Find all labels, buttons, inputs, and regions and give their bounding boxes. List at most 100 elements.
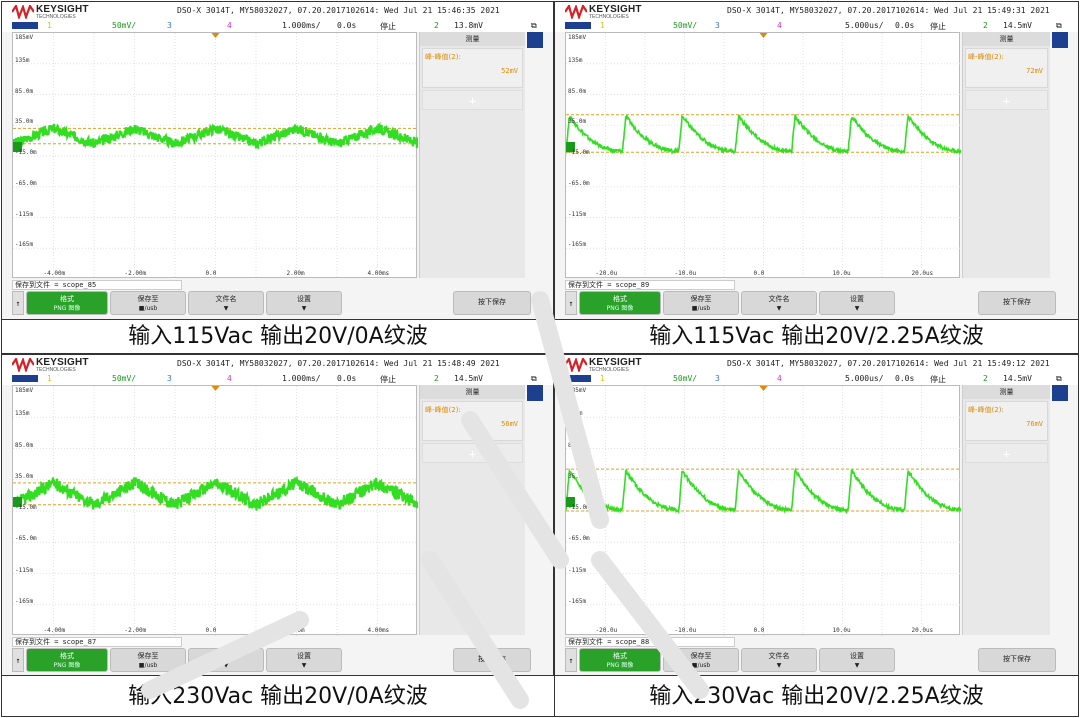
measure-tab[interactable]: 测量 [420, 32, 525, 46]
press-to-save-softkey[interactable]: 按下保存 [978, 291, 1056, 315]
settings-softkey[interactable]: 设置 ▼ [266, 291, 342, 315]
add-measurement-button[interactable]: + [422, 90, 523, 110]
waveform-display[interactable]: 185mV 135m 85.0m 35.0m -15.0m -65.0m -115m -165… [12, 385, 418, 636]
measurement-value: 52mV [501, 67, 518, 75]
panel-indicator [527, 385, 543, 401]
down-arrow-icon: ▼ [776, 662, 782, 669]
waveform-display[interactable]: 185mV 135m 85.0m 35.0m -15.0m -65.0m -115m -165… [565, 385, 961, 636]
caption-1: 输入115Vac 输出20V/0A纹波 [1, 320, 554, 354]
press-to-save-softkey[interactable]: 按下保存 [978, 648, 1056, 672]
format-softkey[interactable]: 格式 PNG 图像 [26, 648, 108, 672]
waveform-display[interactable]: 185mV 135m 85.0m 35.0m -15.0m -65.0m -115m -165… [565, 32, 961, 279]
y-tick-label: -165m [15, 597, 34, 605]
trigger-position-marker[interactable] [211, 33, 220, 38]
measurement-label: 峰-峰值(2): [968, 53, 1004, 61]
measure-tab[interactable]: 测量 [963, 32, 1050, 46]
channel-3-indicator: 3 [167, 374, 172, 383]
save-to-softkey-value: ■/usb [138, 662, 158, 669]
save-path-field[interactable]: 保存到文件 = scope_85 [12, 280, 182, 290]
add-measurement-button[interactable]: + [965, 90, 1048, 110]
screen-icon[interactable]: ⧉ [531, 21, 537, 31]
screen-icon[interactable]: ⧉ [1056, 21, 1062, 31]
channel-4-indicator: 4 [227, 21, 232, 30]
save-path-field[interactable]: 保存到文件 = scope_87 [12, 637, 182, 647]
y-tick-label: 35.0m [568, 472, 587, 480]
y-tick-label: 35.0m [15, 472, 34, 480]
scope-header-bar: KEYSIGHT TECHNOLOGIES DSO-X 3014T, MY58032… [555, 2, 1078, 32]
scope-panel-2: KEYSIGHT TECHNOLOGIES DSO-X 3014T, MY58032… [554, 1, 1079, 320]
screen-icon[interactable]: ⧉ [1056, 374, 1062, 384]
format-softkey-value: PNG 图像 [53, 662, 81, 669]
down-arrow-icon: ▼ [854, 305, 860, 312]
channel-3-indicator: 3 [715, 374, 720, 383]
scope-screen: KEYSIGHT TECHNOLOGIES DSO-X 3014T, MY58032… [2, 355, 553, 675]
channel-1-indicator: 1 [600, 21, 605, 30]
format-softkey[interactable]: 格式 PNG 图像 [579, 291, 661, 315]
back-softkey[interactable]: ↑ [565, 291, 577, 315]
timebase-readout: 5.000us/ [845, 21, 884, 30]
settings-softkey-label: 设置 [850, 652, 864, 660]
format-softkey-label: 格式 [613, 652, 627, 660]
save-to-softkey[interactable]: 保存至 ■/usb [663, 291, 739, 315]
scope-id-header: DSO-X 3014T, MY58032027, 07.20.201710261… [727, 359, 1050, 368]
scope-id-header: DSO-X 3014T, MY58032027, 07.20.201710261… [177, 359, 500, 368]
save-path-field[interactable]: 保存到文件 = scope_88 [565, 637, 735, 647]
down-arrow-icon: ▼ [854, 662, 860, 669]
y-tick-label: -115m [15, 210, 34, 218]
x-tick-label: -2.00m [124, 270, 147, 277]
channel-1-indicator: 1 [47, 374, 52, 383]
y-tick-label: 185mV [568, 387, 587, 394]
softkey-row: ↑ 格式 PNG 图像 保存至 ■/usb 文件名 ▼ 设置 ▼ 按下保存 [565, 291, 1068, 315]
save-to-softkey[interactable]: 保存至 ■/usb [663, 648, 739, 672]
x-tick-label: 4.00ms [367, 627, 390, 634]
brand-subtitle: TECHNOLOGIES [589, 367, 629, 373]
x-tick-label: -20.0u [595, 270, 618, 277]
measurement-readout: 峰-峰值(2): 52mV [422, 48, 523, 88]
channel-2-trace [566, 467, 961, 515]
down-arrow-icon: ▼ [301, 662, 307, 669]
save-to-softkey[interactable]: 保存至 ■/usb [110, 291, 186, 315]
press-to-save-softkey[interactable]: 按下保存 [453, 291, 531, 315]
press-to-save-softkey[interactable]: 按下保存 [453, 648, 531, 672]
save-path-field[interactable]: 保存到文件 = scope_89 [565, 280, 735, 290]
scope-screen: KEYSIGHT TECHNOLOGIES DSO-X 3014T, MY58032… [555, 355, 1078, 675]
screen-icon[interactable]: ⧉ [531, 374, 537, 384]
scope-header-bar: KEYSIGHT TECHNOLOGIES DSO-X 3014T, MY58032… [555, 355, 1078, 385]
filename-softkey[interactable]: 文件名 ▼ [188, 291, 264, 315]
acquisition-status: 停止 [930, 22, 946, 31]
measure-tab[interactable]: 测量 [963, 385, 1050, 399]
back-softkey[interactable]: ↑ [565, 648, 577, 672]
save-path-value: scope_87 [62, 638, 97, 646]
trigger-position-marker[interactable] [211, 386, 220, 391]
softkey-row: ↑ 格式 PNG 图像 保存至 ■/usb 文件名 ▼ 设置 ▼ 按下保存 [565, 648, 1068, 672]
y-tick-label: -115m [568, 210, 587, 218]
format-softkey[interactable]: 格式 PNG 图像 [579, 648, 661, 672]
format-softkey[interactable]: 格式 PNG 图像 [26, 291, 108, 315]
trigger-position-marker[interactable] [759, 33, 768, 38]
channel-1-indicator: 1 [600, 374, 605, 383]
filename-softkey[interactable]: 文件名 ▼ [741, 648, 817, 672]
y-tick-label: 185mV [15, 387, 34, 394]
trigger-position-marker[interactable] [759, 386, 768, 391]
add-measurement-button[interactable]: + [965, 443, 1048, 463]
measure-tab[interactable]: 测量 [420, 385, 525, 399]
filename-softkey[interactable]: 文件名 ▼ [741, 291, 817, 315]
y-tick-label: -65.0m [568, 179, 590, 187]
scope-panel-4: KEYSIGHT TECHNOLOGIES DSO-X 3014T, MY58032… [554, 354, 1079, 676]
save-to-softkey[interactable]: 保存至 ■/usb [110, 648, 186, 672]
add-measurement-button[interactable]: + [422, 443, 523, 463]
brand-subtitle: TECHNOLOGIES [36, 367, 76, 373]
softkey-row: ↑ 格式 PNG 图像 保存至 ■/usb 文件名 ▼ 设置 ▼ 按下保存 [12, 291, 543, 315]
settings-softkey[interactable]: 设置 ▼ [266, 648, 342, 672]
settings-softkey[interactable]: 设置 ▼ [819, 291, 895, 315]
back-softkey[interactable]: ↑ [12, 291, 24, 315]
settings-softkey[interactable]: 设置 ▼ [819, 648, 895, 672]
waveform-display[interactable]: 185mV 135m 85.0m 35.0m -15.0m -65.0m -115m -165… [12, 32, 418, 279]
trigger-source: 2 [434, 374, 439, 383]
measurement-sidebar: 测量 峰-峰值(2): 56mV + [419, 385, 525, 635]
filename-softkey[interactable]: 文件名 ▼ [188, 648, 264, 672]
format-softkey-value: PNG 图像 [606, 305, 634, 312]
channel-2-scale: 50mV/ [112, 21, 137, 30]
back-softkey[interactable]: ↑ [12, 648, 24, 672]
timebase-readout: 1.000ms/ [282, 374, 321, 383]
